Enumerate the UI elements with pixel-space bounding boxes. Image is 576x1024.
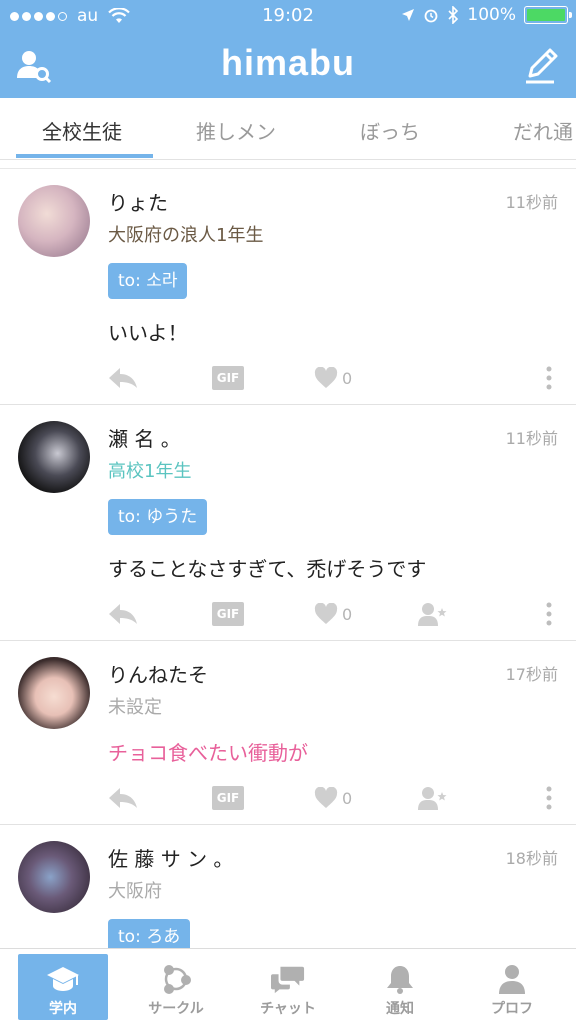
- nav-label: チャット: [260, 1001, 316, 1017]
- category-tabs: 全校生徒 推しメン ぼっち だれ通: [0, 98, 576, 160]
- post-school: 大阪府の浪人1年生: [108, 225, 264, 246]
- nav-chat[interactable]: チャット: [243, 954, 333, 1020]
- post-username[interactable]: 佐 藤 サ ン 。: [108, 843, 233, 872]
- reply-button[interactable]: [108, 599, 138, 629]
- more-vertical-icon: [546, 602, 552, 626]
- post-message: いいよ！: [108, 321, 188, 345]
- more-vertical-icon: [546, 366, 552, 390]
- post-username[interactable]: りょた: [108, 187, 168, 216]
- nav-circle[interactable]: サークル: [131, 954, 221, 1020]
- bluetooth-icon: [448, 6, 459, 24]
- reply-to-badge[interactable]: to: ゆうた: [108, 499, 208, 535]
- status-right: 100%: [401, 5, 572, 25]
- nav-profile[interactable]: プロフ: [467, 954, 557, 1020]
- reply-icon: [109, 368, 137, 388]
- avatar[interactable]: [18, 841, 90, 913]
- avatar[interactable]: [18, 421, 90, 493]
- add-friend-icon: [418, 787, 447, 810]
- heart-icon: [314, 367, 338, 388]
- reply-to-badge[interactable]: to: ろあ: [108, 919, 191, 948]
- post-message: することなさすぎて、禿げそうです: [108, 557, 427, 581]
- bottom-navigation: 学内 サークル チャット 通知 プロフ: [0, 948, 576, 1024]
- alarm-icon: [424, 9, 438, 23]
- post-actions: GIF 0: [108, 363, 558, 393]
- heart-icon: [314, 603, 338, 624]
- post-timestamp: 18秒前: [505, 849, 558, 868]
- post-school: 未設定: [108, 697, 162, 718]
- gif-button[interactable]: GIF: [212, 783, 244, 813]
- reply-icon: [109, 604, 137, 624]
- post-username[interactable]: りんねたそ: [108, 659, 208, 688]
- post-username[interactable]: 瀬 名 。: [108, 423, 181, 452]
- gif-button[interactable]: GIF: [212, 363, 244, 393]
- location-arrow-icon: [402, 9, 415, 21]
- nav-label: 学内: [49, 1001, 77, 1017]
- post-timestamp: 17秒前: [505, 665, 558, 684]
- post-message: チョコ食べたい衝動が: [108, 741, 308, 765]
- nav-label: サークル: [148, 1001, 204, 1017]
- more-options-button[interactable]: [546, 363, 552, 393]
- gif-button[interactable]: GIF: [212, 599, 244, 629]
- reply-button[interactable]: [108, 783, 138, 813]
- more-options-button[interactable]: [546, 783, 552, 813]
- compose-icon: [526, 48, 558, 84]
- bell-icon: [387, 966, 413, 994]
- like-button[interactable]: 0: [314, 783, 352, 813]
- post-item: 瀬 名 。 11秒前 高校1年生 to: ゆうた することなさすぎて、禿げそうで…: [0, 405, 576, 641]
- compose-button[interactable]: [522, 46, 562, 86]
- post-actions: GIF 0: [108, 783, 558, 813]
- follow-button[interactable]: [418, 783, 448, 813]
- post-timestamp: 11秒前: [505, 193, 558, 212]
- like-count: 0: [342, 604, 353, 624]
- post-school: 高校1年生: [108, 461, 192, 482]
- battery-icon: [524, 6, 572, 24]
- follow-button[interactable]: [418, 599, 448, 629]
- reply-button[interactable]: [108, 363, 138, 393]
- chat-bubbles-icon: [271, 966, 305, 994]
- tab-oshimen[interactable]: 推しメン: [196, 116, 276, 145]
- post-item: りんねたそ 17秒前 未設定 チョコ食べたい衝動が GIF 0: [0, 641, 576, 825]
- nav-notifications[interactable]: 通知: [355, 954, 445, 1020]
- heart-icon: [314, 787, 338, 808]
- post-actions: GIF 0: [108, 599, 558, 629]
- like-count: 0: [342, 788, 353, 808]
- tab-bocchi[interactable]: ぼっち: [360, 116, 420, 145]
- nav-campus[interactable]: 学内: [18, 954, 108, 1020]
- like-count: 0: [342, 368, 353, 388]
- tab-daretsu[interactable]: だれ通: [513, 116, 573, 145]
- post-timestamp: 11秒前: [505, 429, 558, 448]
- gif-icon: GIF: [212, 786, 244, 810]
- post-item: 佐 藤 サ ン 。 18秒前 大阪府 to: ろあ: [0, 825, 576, 948]
- avatar[interactable]: [18, 185, 90, 257]
- graduation-cap-icon: [47, 967, 79, 991]
- add-friend-icon: [418, 603, 447, 626]
- nav-label: プロフ: [491, 1001, 533, 1017]
- reply-icon: [109, 788, 137, 808]
- gif-icon: GIF: [212, 602, 244, 626]
- app-title: himabu: [220, 42, 355, 83]
- profile-icon: [499, 965, 525, 994]
- app-header: au 19:02 100% himabu: [0, 0, 576, 98]
- like-button[interactable]: 0: [314, 363, 352, 393]
- nav-label: 通知: [386, 1001, 414, 1017]
- post-feed[interactable]: りょた 11秒前 大阪府の浪人1年生 to: 소라 いいよ！ GIF 0 瀬 名…: [0, 168, 576, 948]
- status-bar: au 19:02 100%: [0, 0, 576, 32]
- like-button[interactable]: 0: [314, 599, 352, 629]
- more-options-button[interactable]: [546, 599, 552, 629]
- gif-icon: GIF: [212, 366, 244, 390]
- post-school: 大阪府: [108, 881, 162, 902]
- battery-percent: 100%: [467, 5, 516, 25]
- reply-to-badge[interactable]: to: 소라: [108, 263, 188, 299]
- more-vertical-icon: [546, 786, 552, 810]
- tab-all-students[interactable]: 全校生徒: [42, 116, 122, 145]
- avatar[interactable]: [18, 657, 90, 729]
- post-item: りょた 11秒前 大阪府の浪人1年生 to: 소라 いいよ！ GIF 0: [0, 169, 576, 405]
- active-tab-indicator: [16, 154, 153, 158]
- circle-network-icon: [164, 965, 191, 994]
